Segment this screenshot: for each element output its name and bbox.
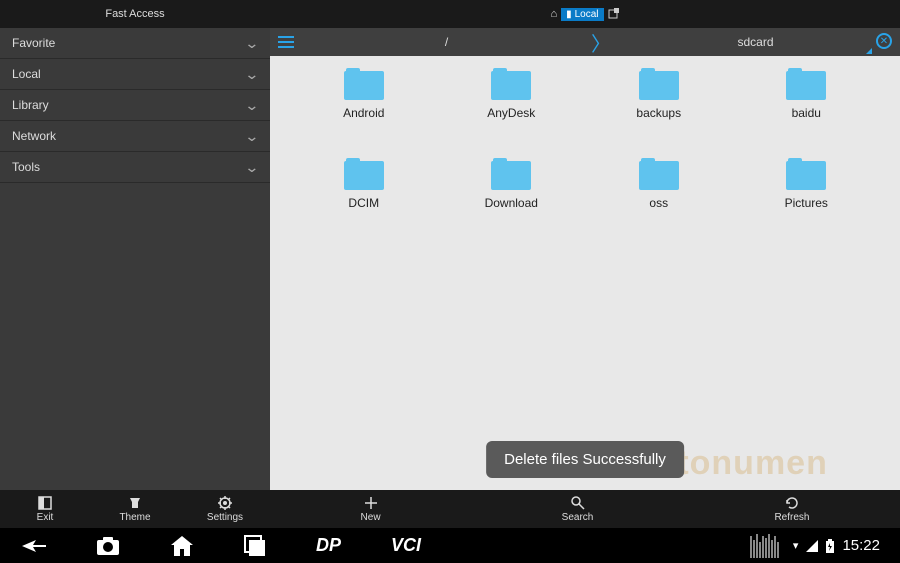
battery-icon xyxy=(826,539,834,553)
folder-oss[interactable]: oss xyxy=(585,158,733,248)
refresh-label: Refresh xyxy=(774,512,809,523)
folder-icon xyxy=(639,68,679,100)
refresh-icon xyxy=(784,495,800,511)
recent-apps-icon[interactable] xyxy=(244,535,266,557)
plus-icon xyxy=(363,495,379,511)
folder-icon xyxy=(344,68,384,100)
sidebar-label: Network xyxy=(12,129,56,143)
theme-icon xyxy=(128,496,142,510)
chevron-down-icon: ⌄ xyxy=(245,159,260,176)
folder-baidu[interactable]: baidu xyxy=(733,68,881,158)
folder-label: oss xyxy=(649,196,668,210)
path-dropdown-icon[interactable] xyxy=(866,48,872,54)
nav-right: ▾ 15:22 xyxy=(750,534,880,558)
folder-grid: Android AnyDesk backups baidu DCIM Downl… xyxy=(270,56,900,490)
menu-icon[interactable] xyxy=(270,36,302,48)
sidebar-label: Favorite xyxy=(12,36,55,50)
folder-pictures[interactable]: Pictures xyxy=(733,158,881,248)
sidebar-item-library[interactable]: Library ⌄ xyxy=(0,90,270,121)
home-icon[interactable] xyxy=(170,535,194,557)
location-label: Local xyxy=(575,9,599,20)
dp-button[interactable]: DP xyxy=(316,535,341,556)
status-bar: Fast Access ⌂ ▮ Local xyxy=(0,0,900,28)
toast-message: Delete files Successfully xyxy=(486,441,684,478)
path-divider-icon: 〉 xyxy=(591,28,611,57)
folder-backups[interactable]: backups xyxy=(585,68,733,158)
device-icon: ▮ xyxy=(566,9,572,20)
search-icon xyxy=(570,495,586,511)
settings-label: Settings xyxy=(207,512,243,523)
sidebar-item-tools[interactable]: Tools ⌄ xyxy=(0,152,270,183)
folder-dcim[interactable]: DCIM xyxy=(290,158,438,248)
folder-label: DCIM xyxy=(348,196,379,210)
settings-button[interactable]: Settings xyxy=(180,490,270,528)
folder-android[interactable]: Android xyxy=(290,68,438,158)
folder-icon xyxy=(491,158,531,190)
system-nav-bar: DP VCI ▾ 15:22 xyxy=(0,528,900,563)
folder-icon xyxy=(786,68,826,100)
sidebar-label: Local xyxy=(12,67,41,81)
storage-icon[interactable] xyxy=(608,8,620,20)
exit-icon xyxy=(38,496,52,510)
search-label: Search xyxy=(562,512,594,523)
camera-icon[interactable] xyxy=(96,536,120,556)
path-root[interactable]: / xyxy=(302,35,591,49)
path-bar: / 〉 sdcard ✕ xyxy=(270,28,900,56)
statusbar-right: ⌂ ▮ Local xyxy=(270,8,900,21)
folder-anydesk[interactable]: AnyDesk xyxy=(438,68,586,158)
chevron-down-icon: ⌄ xyxy=(245,97,260,114)
sidebar: Favorite ⌄ Local ⌄ Library ⌄ Network ⌄ T… xyxy=(0,28,270,528)
chevron-down-icon: ⌄ xyxy=(245,128,260,145)
sidebar-bottom-bar: Exit Theme Settings xyxy=(0,490,270,528)
folder-label: baidu xyxy=(792,106,821,120)
location-badge[interactable]: ▮ Local xyxy=(561,8,603,21)
chevron-down-icon: ⌄ xyxy=(245,66,260,83)
theme-label: Theme xyxy=(119,512,150,523)
folder-download[interactable]: Download xyxy=(438,158,586,248)
new-button[interactable]: New xyxy=(361,495,381,523)
exit-label: Exit xyxy=(37,512,54,523)
theme-button[interactable]: Theme xyxy=(90,490,180,528)
sidebar-item-local[interactable]: Local ⌄ xyxy=(0,59,270,90)
back-icon[interactable] xyxy=(20,537,46,555)
sidebar-item-favorite[interactable]: Favorite ⌄ xyxy=(0,28,270,59)
close-icon[interactable]: ✕ xyxy=(876,33,892,49)
folder-icon xyxy=(639,158,679,190)
content-toolbar: New Search Refresh xyxy=(270,490,900,528)
path-current[interactable]: sdcard xyxy=(611,35,900,49)
folder-icon xyxy=(344,158,384,190)
folder-label: Android xyxy=(343,106,384,120)
folder-icon xyxy=(786,158,826,190)
folder-label: AnyDesk xyxy=(487,106,535,120)
folder-label: Pictures xyxy=(785,196,828,210)
barcode-icon xyxy=(750,534,779,558)
clock: 15:22 xyxy=(842,537,880,554)
signal-icon xyxy=(806,540,818,552)
home-small-icon: ⌂ xyxy=(550,8,557,20)
folder-label: Download xyxy=(485,196,538,210)
content-area: / 〉 sdcard ✕ Android AnyDesk backups bai… xyxy=(270,28,900,528)
folder-label: backups xyxy=(636,106,681,120)
folder-icon xyxy=(491,68,531,100)
sidebar-label: Tools xyxy=(12,160,40,174)
statusbar-title: Fast Access xyxy=(0,8,270,20)
sidebar-label: Library xyxy=(12,98,49,112)
search-button[interactable]: Search xyxy=(562,495,594,523)
gear-icon xyxy=(218,496,232,510)
chevron-down-icon: ⌄ xyxy=(245,35,260,52)
exit-button[interactable]: Exit xyxy=(0,490,90,528)
sidebar-item-network[interactable]: Network ⌄ xyxy=(0,121,270,152)
new-label: New xyxy=(361,512,381,523)
refresh-button[interactable]: Refresh xyxy=(774,495,809,523)
wifi-icon: ▾ xyxy=(793,539,799,552)
vci-button[interactable]: VCI xyxy=(391,535,421,556)
